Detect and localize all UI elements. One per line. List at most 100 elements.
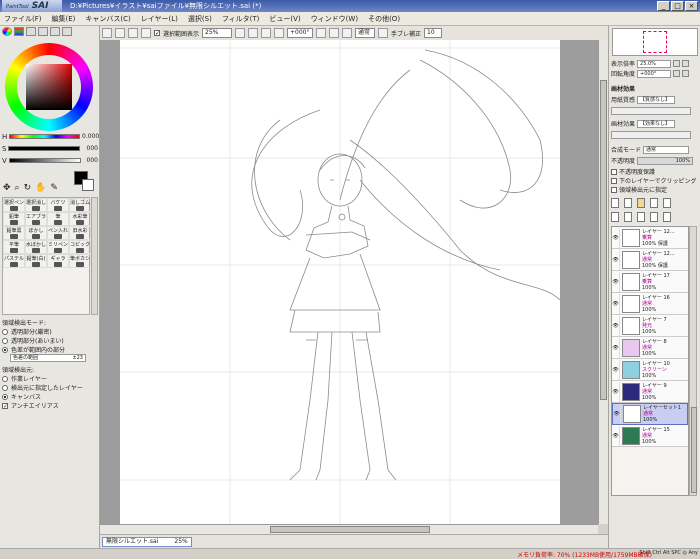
layer-row[interactable]: 👁 レイヤーセット1 通常 100% [612, 403, 688, 425]
brush-slot[interactable]: 旧水彩 [69, 226, 91, 240]
move-tool-icon[interactable]: ✥ [3, 183, 11, 193]
layer-row[interactable]: 👁 レイヤー 8 通常 100% [612, 337, 688, 359]
undo-button[interactable] [102, 28, 112, 38]
menu-file[interactable]: ファイル(F) [4, 14, 42, 24]
rotate-tool-icon[interactable]: ↻ [24, 183, 32, 193]
deselect-button[interactable] [128, 28, 138, 38]
hue-slider[interactable] [9, 134, 80, 139]
detect-source-checkbox[interactable]: 領域検出元に指定 [611, 185, 699, 194]
brush-slot[interactable]: 消しゴム [69, 198, 91, 212]
source-option-designated-layer[interactable]: 検出元に指定したレイヤー [2, 383, 98, 392]
new-folder-icon[interactable] [637, 198, 645, 208]
visibility-eye-icon[interactable]: 👁 [612, 425, 620, 446]
new-linework-layer-icon[interactable] [624, 198, 632, 208]
zoom-fit-button[interactable] [274, 28, 285, 38]
brush-slot[interactable]: 選択消し [25, 198, 47, 212]
brush-slot[interactable]: 水彩筆 [69, 212, 91, 226]
effect-select[interactable]: 【効果なし】 [637, 119, 676, 128]
brush-slot[interactable]: 選択ペン [3, 198, 25, 212]
saturation-slider[interactable] [8, 146, 81, 151]
visibility-eye-icon[interactable]: 👁 [612, 293, 620, 314]
saturation-value-picker[interactable] [26, 64, 72, 110]
new-layer-icon[interactable] [611, 198, 619, 208]
canvas-paper[interactable] [120, 40, 561, 524]
angle-field[interactable]: +000° [287, 28, 314, 38]
layer-row[interactable]: 👁 レイヤー 12... 通常 100% 保護 [612, 249, 688, 271]
transfer-down-icon[interactable] [624, 212, 632, 222]
minimize-button[interactable]: _ [657, 1, 670, 11]
brush-slot[interactable]: ぼかし [25, 226, 47, 240]
gradation-tab-icon[interactable] [38, 27, 48, 36]
menu-view[interactable]: ビュー(V) [269, 14, 300, 24]
menu-select[interactable]: 選択(S) [188, 14, 212, 24]
mode-option-fuzzy[interactable]: 透明部分(あいまい) [2, 336, 98, 345]
brush-slot[interactable]: 鉛筆 [3, 212, 25, 226]
brush-slot[interactable]: ペン入れ [47, 226, 69, 240]
brush-slot[interactable]: 筆 [47, 212, 69, 226]
brush-slot[interactable]: 筆ボカシ [69, 254, 91, 268]
document-tab[interactable]: 無限シルエット.sai 25% [102, 537, 192, 547]
zoom-reset-button[interactable] [261, 28, 272, 38]
menu-canvas[interactable]: キャンバス(C) [85, 14, 130, 24]
layer-row[interactable]: 👁 レイヤー 10 スクリーン 100% [612, 359, 688, 381]
scratchpad-tab-icon[interactable] [62, 27, 72, 36]
maximize-button[interactable]: □ [671, 1, 684, 11]
stabilizer-select[interactable]: 10 [424, 28, 443, 38]
layer-row[interactable]: 👁 レイヤー 9 通常 100% [612, 381, 688, 403]
rotate-reset-button[interactable] [342, 28, 353, 38]
blend-mode-dropdown[interactable]: 通常 [643, 145, 690, 154]
nav-rotate-field[interactable]: +000° [637, 69, 672, 78]
hsv-slider-tab-icon[interactable] [26, 27, 36, 36]
color-wheel-tab-icon[interactable] [2, 27, 12, 36]
layer-scroll-thumb[interactable] [691, 407, 697, 493]
mode-option-strict[interactable]: 透明部分(厳密) [2, 327, 98, 336]
visibility-eye-icon[interactable]: 👁 [612, 359, 620, 380]
nav-zoom-plus-icon[interactable] [682, 60, 690, 67]
value-slider[interactable] [8, 158, 81, 163]
source-option-canvas[interactable]: キャンバス [2, 392, 98, 401]
protect-opacity-checkbox[interactable]: 不透明度保護 [611, 167, 699, 176]
brush-slot[interactable]: バケツ [47, 198, 69, 212]
visibility-eye-icon[interactable]: 👁 [612, 381, 620, 402]
menu-edit[interactable]: 編集(E) [52, 14, 76, 24]
nav-zoom-minus-icon[interactable] [673, 60, 681, 67]
swatch-tab-icon[interactable] [50, 27, 60, 36]
zoom-field[interactable]: 25% [202, 28, 233, 38]
menu-layer[interactable]: レイヤー(L) [141, 14, 178, 24]
brush-grid-scrollbar[interactable] [91, 197, 98, 315]
brush-slot[interactable]: コピック [69, 240, 91, 254]
rotate-right-button[interactable] [329, 28, 340, 38]
brush-slot[interactable]: ミリペン [47, 240, 69, 254]
brush-slot[interactable]: ギャラ [47, 254, 69, 268]
rgb-slider-tab-icon[interactable] [14, 27, 24, 36]
invert-selection-button[interactable] [141, 28, 151, 38]
hand-tool-icon[interactable]: ✋ [35, 183, 46, 193]
nav-rotate-right-icon[interactable] [682, 70, 690, 77]
menu-filter[interactable]: フィルタ(T) [222, 14, 260, 24]
rotate-left-button[interactable] [316, 28, 327, 38]
clipping-checkbox[interactable]: 下のレイヤーでクリッピング [611, 176, 699, 185]
merge-down-icon[interactable] [637, 212, 645, 222]
nav-zoom-field[interactable]: 25.0% [637, 59, 672, 68]
redo-button[interactable] [115, 28, 125, 38]
effect-strength-field[interactable] [611, 130, 691, 139]
flip-button[interactable] [378, 28, 389, 38]
layer-row[interactable]: 👁 レイヤー 16 通常 100% [612, 293, 688, 315]
secondary-color-swatch[interactable] [82, 179, 94, 191]
visibility-eye-icon[interactable]: 👁 [612, 227, 620, 248]
visibility-eye-icon[interactable]: 👁 [612, 249, 620, 270]
navigator-view-frame[interactable] [643, 31, 667, 53]
zoom-in-button[interactable] [248, 28, 259, 38]
blend-mode-select[interactable]: 通常 [355, 28, 376, 38]
visibility-eye-icon[interactable]: 👁 [612, 315, 620, 336]
nav-rotate-left-icon[interactable] [673, 70, 681, 77]
layer-list-scrollbar[interactable] [689, 226, 697, 496]
visibility-eye-icon[interactable]: 👁 [612, 271, 620, 292]
copy-layer-icon[interactable] [611, 212, 619, 222]
vertical-scroll-thumb[interactable] [600, 80, 607, 400]
brush-slot[interactable]: パステル [3, 254, 25, 268]
navigator-preview[interactable] [612, 28, 698, 56]
antialias-checkbox[interactable]: ✓ アンチエイリアス [2, 401, 98, 410]
new-mask-icon[interactable] [650, 198, 658, 208]
texture-strength-field[interactable] [611, 106, 691, 115]
